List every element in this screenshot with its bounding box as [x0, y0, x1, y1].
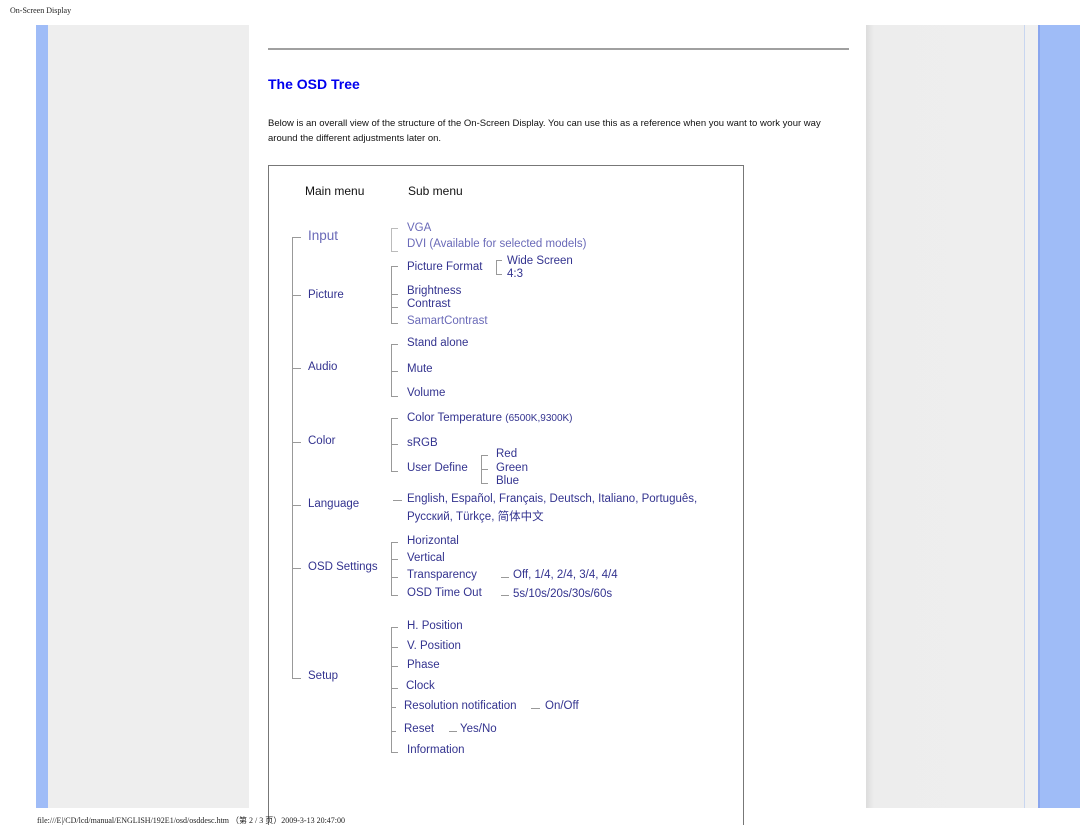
sub-menu-header: Sub menu	[408, 184, 463, 198]
page-title: The OSD Tree	[268, 76, 360, 92]
timeout-values: 5s/10s/20s/30s/60s	[513, 588, 613, 600]
main-item-language: Language	[308, 498, 360, 510]
sub-item-v-position: V. Position	[407, 640, 461, 652]
page-footer: file:///E|/CD/lcd/manual/ENGLISH/192E1/o…	[37, 816, 346, 825]
main-item-audio: Audio	[308, 361, 338, 373]
sub-item-mute: Mute	[407, 363, 433, 375]
language-list-line-1: English, Español, Français, Deutsch, Ita…	[407, 493, 698, 505]
sub-item-contrast: Contrast	[407, 298, 451, 310]
language-list-line-2: Русский, Türkçe, 简体中文	[407, 511, 544, 523]
sub-item-color-temperature: Color Temperature (6500K,9300K)	[407, 412, 573, 424]
horizontal-rule	[268, 48, 849, 50]
left-panel	[48, 25, 249, 808]
sub-item-h-position: H. Position	[407, 620, 463, 632]
left-accent-strip	[36, 25, 48, 808]
option-green: Green	[496, 462, 528, 474]
option-wide-screen: Wide Screen	[507, 255, 573, 267]
sub-item-horizontal: Horizontal	[407, 535, 459, 547]
sub-item-srgb: sRGB	[407, 437, 438, 449]
option-blue: Blue	[496, 475, 520, 487]
main-item-picture: Picture	[308, 289, 344, 301]
main-item-input: Input	[308, 228, 339, 243]
sub-item-volume: Volume	[407, 387, 446, 399]
option-4-3: 4:3	[507, 268, 523, 280]
intro-paragraph: Below is an overall view of the structur…	[268, 118, 821, 144]
sub-item-reset: Reset	[404, 723, 435, 735]
right-accent-strip	[1038, 25, 1080, 808]
sub-item-information: Information	[407, 744, 465, 756]
sub-item-dvi: DVI (Available for selected models)	[407, 238, 587, 250]
sub-item-user-define: User Define	[407, 462, 468, 474]
main-trunk-line	[292, 237, 293, 679]
main-menu-header: Main menu	[305, 184, 365, 198]
sub-item-resolution-notification: Resolution notification	[404, 700, 517, 712]
page-header: On-Screen Display	[10, 6, 72, 15]
resolution-values: On/Off	[545, 700, 579, 712]
main-item-color: Color	[308, 435, 336, 447]
main-item-osd-settings: OSD Settings	[308, 561, 378, 573]
sub-item-smartcontrast: SamartContrast	[407, 315, 488, 327]
sub-item-picture-format: Picture Format	[407, 261, 483, 273]
sub-item-clock: Clock	[406, 680, 435, 692]
option-red: Red	[496, 448, 518, 460]
sub-item-brightness: Brightness	[407, 285, 462, 297]
sub-item-transparency: Transparency	[407, 569, 477, 581]
sub-item-vertical: Vertical	[407, 552, 445, 564]
main-item-setup: Setup	[308, 670, 339, 682]
right-gutter	[1025, 25, 1038, 808]
transparency-values: Off, 1/4, 2/4, 3/4, 4/4	[513, 569, 618, 581]
right-panel	[866, 25, 1025, 808]
reset-values: Yes/No	[460, 723, 497, 735]
sub-item-phase: Phase	[407, 659, 440, 671]
color-temperature-values: (6500K,9300K)	[505, 413, 573, 424]
sub-item-stand-alone: Stand alone	[407, 337, 469, 349]
sub-item-vga: VGA	[407, 222, 432, 234]
osd-tree-diagram: Main menu Sub menu Input VGA DVI (Availa…	[268, 165, 744, 825]
sub-item-osd-time-out: OSD Time Out	[407, 587, 482, 599]
